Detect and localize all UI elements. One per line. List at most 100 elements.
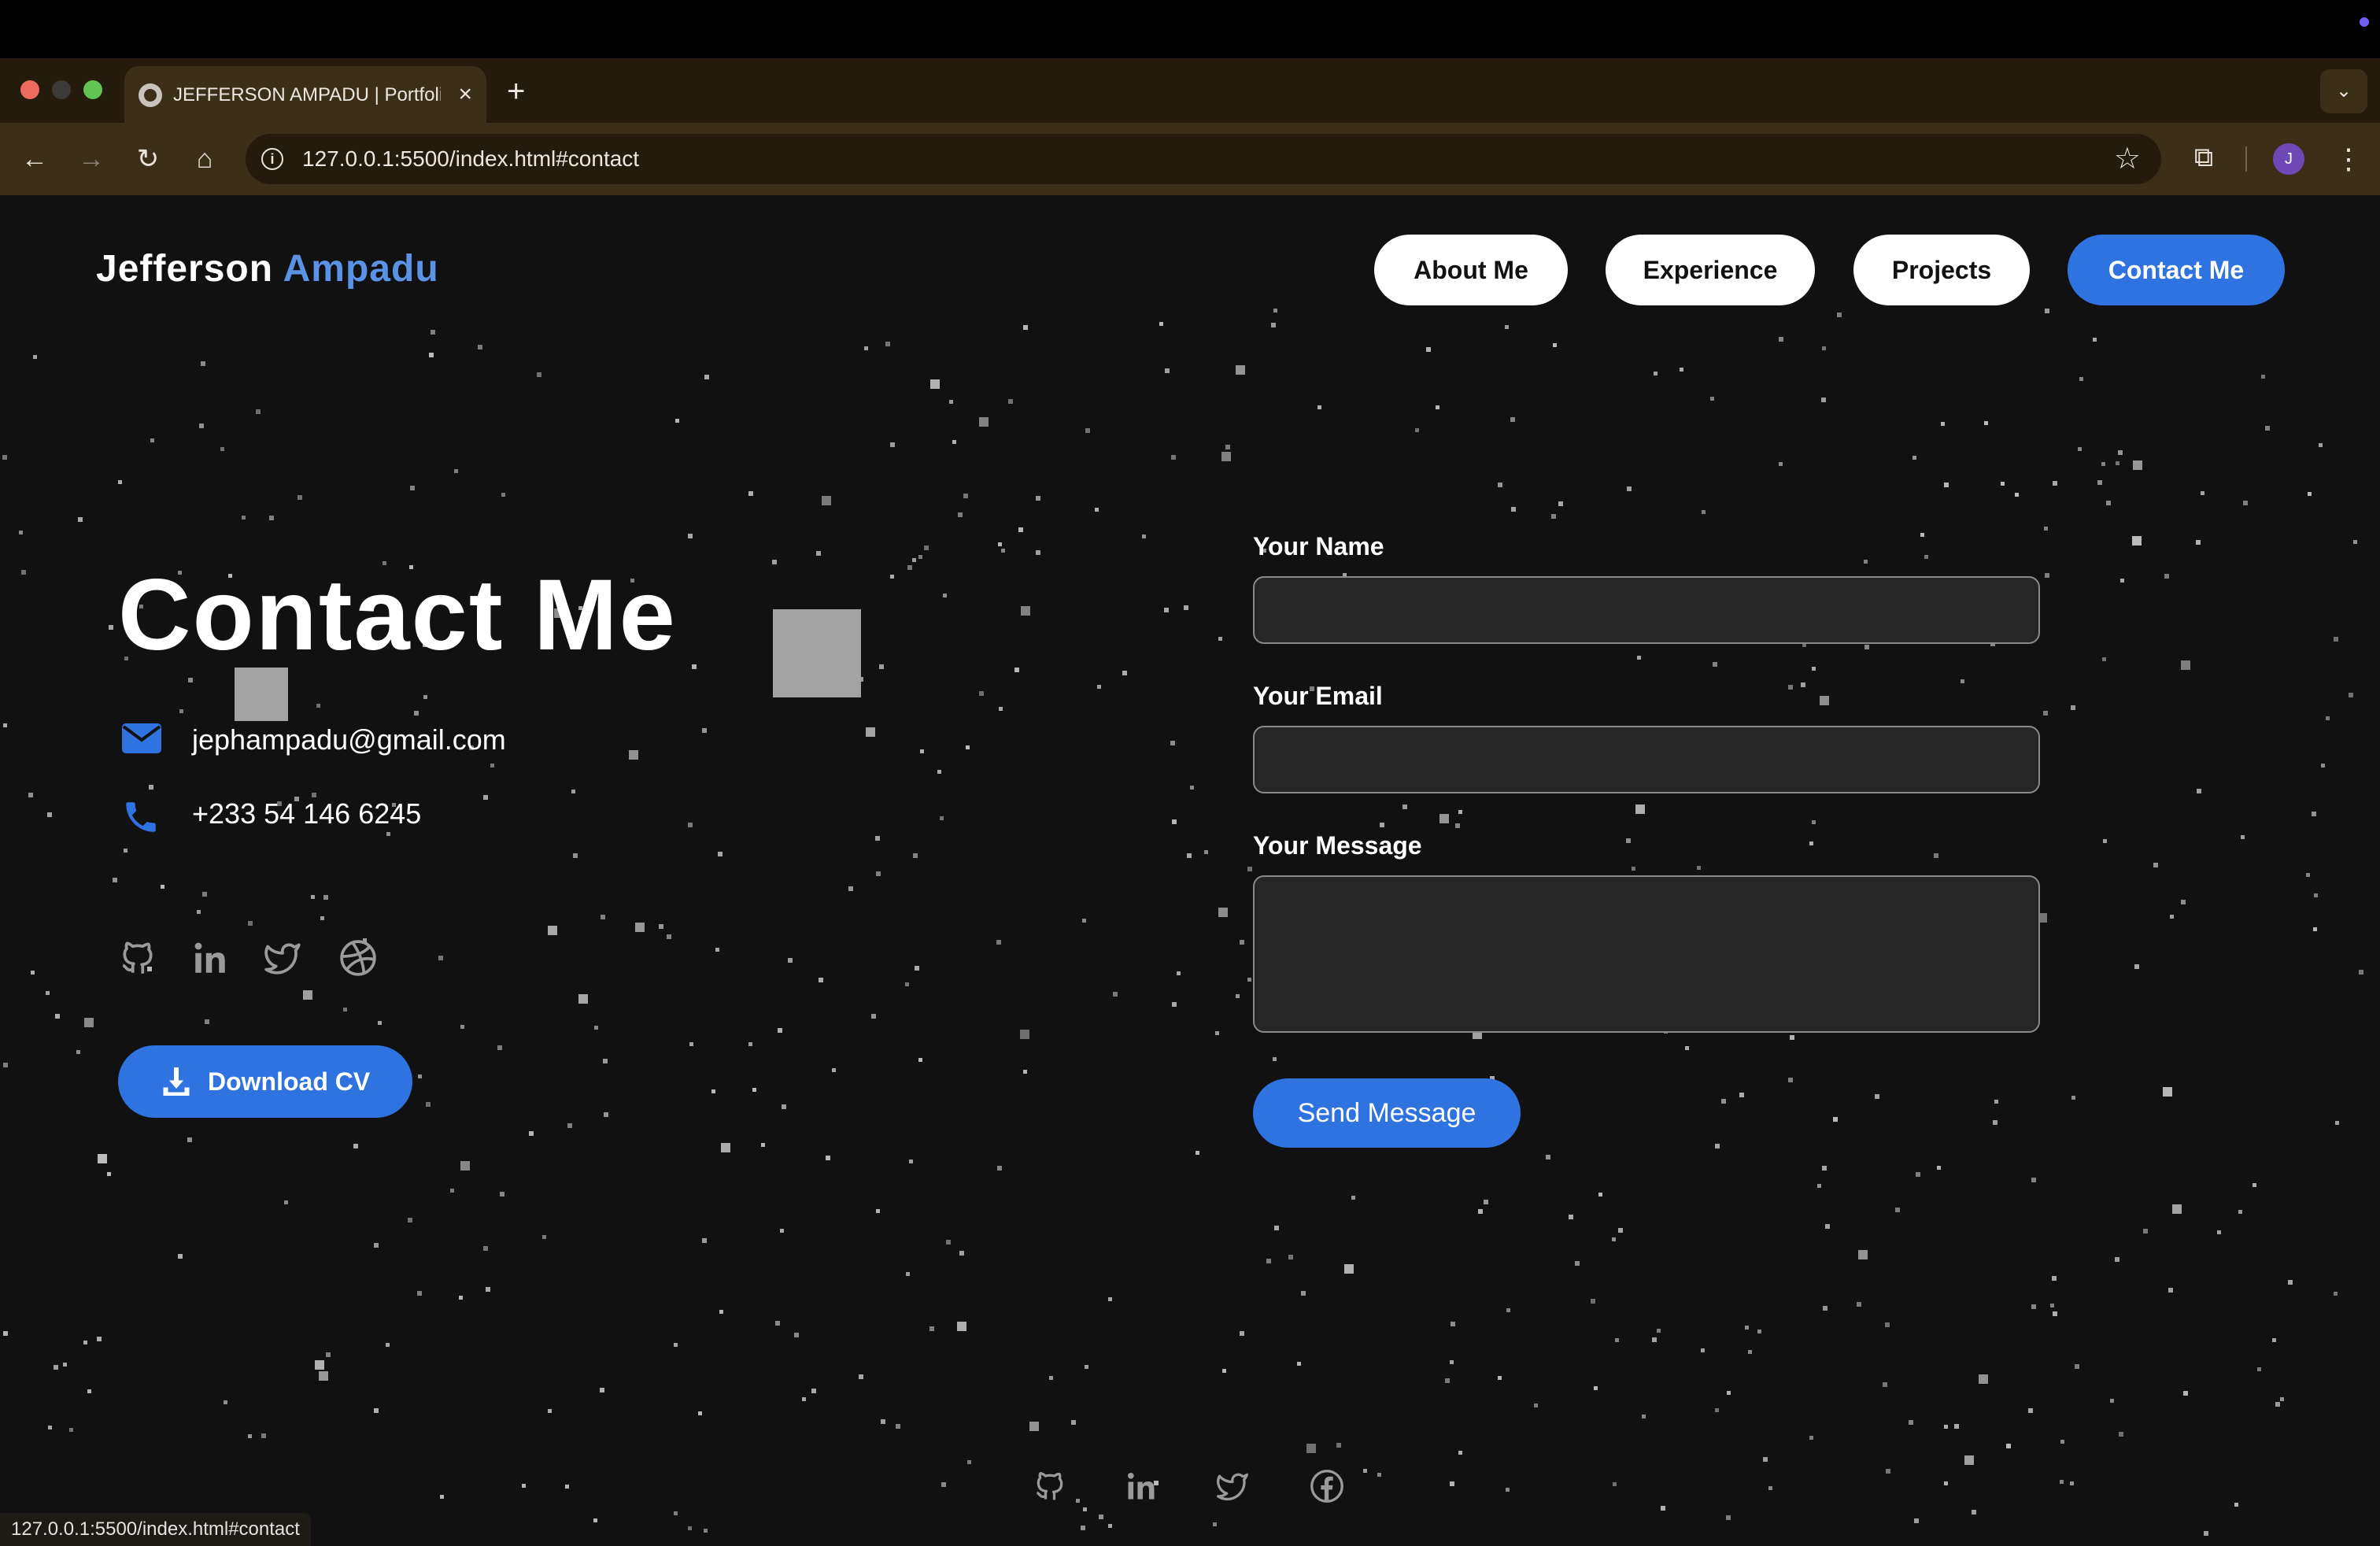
maximize-window-button[interactable] — [83, 80, 102, 99]
star-dot — [1575, 1261, 1580, 1266]
star-dot — [1817, 1184, 1821, 1188]
footer-linkedin-icon[interactable] — [1124, 1469, 1159, 1503]
extensions-icon[interactable]: ⧉ — [2188, 142, 2219, 173]
back-icon[interactable]: ← — [16, 140, 54, 178]
star-dot — [1108, 1297, 1112, 1301]
star-dot — [999, 707, 1003, 711]
star-dot — [2280, 1397, 2284, 1401]
star-dot — [871, 1014, 876, 1019]
star-dot — [967, 1460, 971, 1464]
star-dot — [1637, 656, 1641, 660]
star-dot — [1177, 971, 1181, 975]
star-dot — [378, 1021, 382, 1025]
star-dot — [906, 1272, 910, 1276]
tab-search-button[interactable]: ⌄ — [2320, 69, 2367, 113]
url-text[interactable]: 127.0.0.1:5500/index.html#contact — [302, 145, 639, 173]
info-icon[interactable]: i — [261, 148, 283, 170]
star-dot — [205, 1019, 209, 1024]
address-bar[interactable]: i 127.0.0.1:5500/index.html#contact ☆ — [246, 134, 2161, 184]
dribbble-icon[interactable] — [338, 938, 378, 978]
star-dot — [118, 480, 122, 484]
download-cv-button[interactable]: Download CV — [118, 1045, 412, 1118]
star-dot — [1288, 1255, 1293, 1259]
star-dot — [497, 1045, 502, 1050]
phone-number[interactable]: +233 54 146 6245 — [192, 798, 421, 830]
email-address[interactable]: jephampadu@gmail.com — [192, 724, 506, 756]
star-dot — [529, 1131, 534, 1136]
new-tab-button[interactable]: + — [507, 72, 525, 110]
send-message-button[interactable]: Send Message — [1253, 1078, 1521, 1148]
reload-icon[interactable]: ↻ — [129, 140, 167, 178]
star-dot — [48, 1426, 52, 1429]
nav-contact-me[interactable]: Contact Me — [2068, 235, 2285, 305]
star-dot — [2116, 461, 2119, 465]
star-dot — [1726, 1515, 1731, 1520]
star-dot — [885, 342, 890, 346]
menu-kebab-icon[interactable]: ⋮ — [2334, 140, 2363, 178]
star-dot — [1812, 667, 1816, 671]
star-dot — [1964, 1455, 1974, 1465]
browser-tab-active[interactable]: JEFFERSON AMPADU | Portfolio × — [124, 66, 486, 123]
star-dot — [1336, 1443, 1341, 1448]
star-dot — [483, 795, 488, 800]
twitter-icon[interactable] — [263, 938, 302, 978]
name-field[interactable] — [1253, 576, 2040, 644]
star-dot — [832, 1068, 836, 1072]
star-dot — [689, 1042, 693, 1046]
footer-facebook-icon[interactable] — [1310, 1469, 1344, 1503]
star-dot — [920, 749, 924, 753]
star-dot — [915, 966, 919, 971]
star-dot — [2071, 705, 2075, 710]
star-dot — [2172, 1204, 2182, 1214]
star-dot — [1821, 398, 1826, 402]
star-dot — [3, 1063, 8, 1067]
star-dot — [943, 594, 947, 597]
star-dot — [2257, 1367, 2261, 1371]
footer-github-icon[interactable] — [1033, 1469, 1067, 1503]
star-dot — [386, 1343, 390, 1347]
star-dot — [2078, 447, 2082, 451]
message-field[interactable] — [1253, 875, 2040, 1033]
close-tab-icon[interactable]: × — [458, 80, 472, 109]
bookmark-star-icon[interactable]: ☆ — [2114, 142, 2141, 176]
github-icon[interactable] — [118, 938, 157, 978]
star-dot — [2102, 657, 2106, 661]
star-dot — [2312, 812, 2316, 816]
star-dot — [1439, 814, 1449, 823]
nav-projects[interactable]: Projects — [1853, 235, 2030, 305]
star-dot — [918, 1058, 922, 1062]
home-icon[interactable]: ⌂ — [186, 140, 224, 178]
nav-about-me[interactable]: About Me — [1374, 235, 1568, 305]
star-dot — [417, 1291, 422, 1296]
star-dot — [2, 455, 7, 460]
email-field[interactable] — [1253, 726, 2040, 793]
site-logo[interactable]: Jefferson Ampadu — [96, 247, 439, 291]
star-dot — [811, 1389, 816, 1393]
star-dot — [1363, 1469, 1367, 1473]
star-dot — [178, 1254, 183, 1259]
star-dot — [150, 438, 154, 442]
star-dot — [3, 723, 7, 727]
star-dot — [1944, 483, 1949, 487]
star-dot — [959, 1251, 964, 1256]
star-dot — [979, 417, 989, 427]
star-dot — [1478, 1209, 1483, 1214]
star-dot — [326, 1352, 331, 1357]
forward-icon[interactable]: → — [72, 140, 110, 178]
linkedin-icon[interactable] — [190, 938, 230, 978]
minimize-window-button[interactable] — [52, 80, 71, 99]
footer-twitter-icon[interactable] — [1215, 1469, 1250, 1503]
close-window-button[interactable] — [20, 80, 39, 99]
star-dot — [83, 1341, 87, 1344]
star-dot — [2234, 1503, 2238, 1507]
profile-avatar[interactable]: J — [2273, 143, 2304, 175]
star-dot — [1271, 323, 1276, 327]
star-dot — [1511, 507, 1516, 512]
star-dot — [1909, 1420, 1913, 1425]
star-dot — [1613, 1482, 1617, 1486]
star-dot — [2053, 481, 2057, 486]
star-dot — [486, 1287, 490, 1292]
star-dot — [692, 664, 697, 669]
nav-experience[interactable]: Experience — [1606, 235, 1815, 305]
star-dot — [1113, 992, 1118, 997]
